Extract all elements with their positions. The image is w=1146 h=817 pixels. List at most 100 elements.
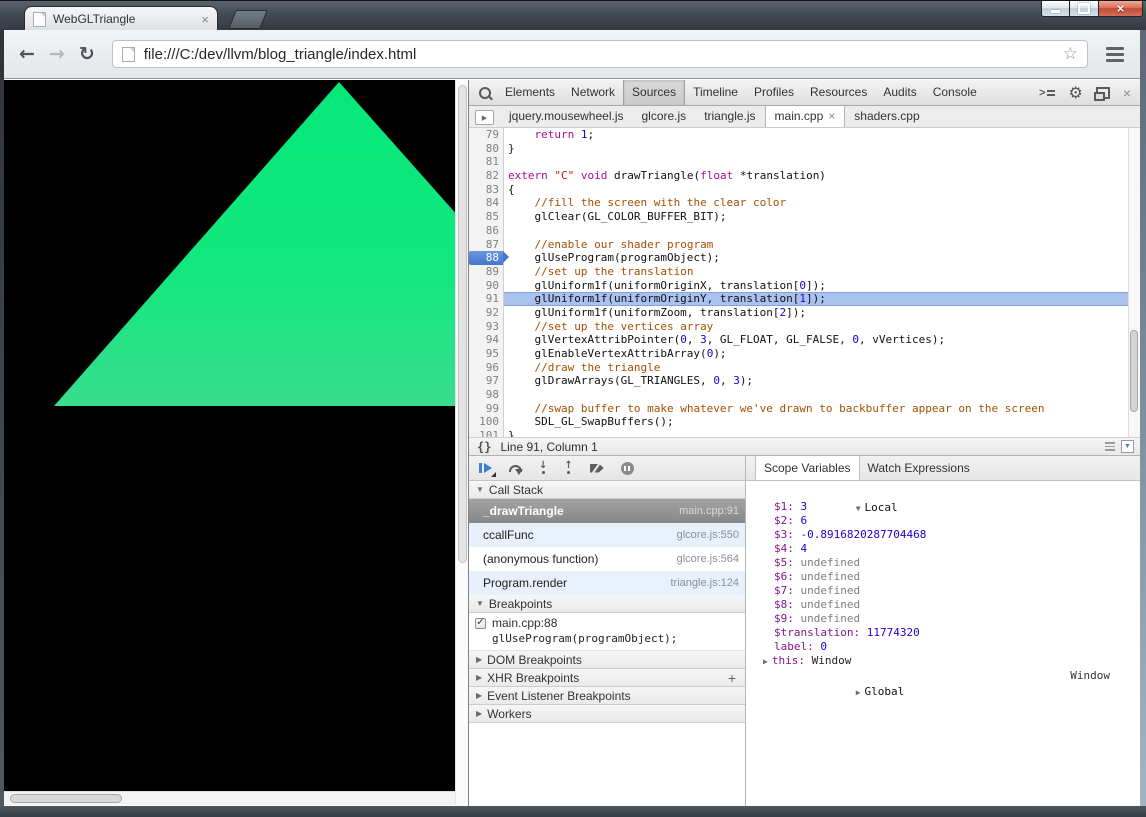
page-horizontal-scrollbar[interactable] bbox=[4, 791, 455, 805]
scope-tab-scope-variables[interactable]: Scope Variables bbox=[755, 456, 860, 480]
line-number[interactable]: 87 bbox=[469, 238, 504, 252]
line-number[interactable]: 98 bbox=[469, 388, 504, 402]
step-into-icon[interactable]: ↓ bbox=[539, 462, 547, 474]
scope-variable[interactable]: $9: undefined bbox=[746, 612, 1140, 626]
scope-variable[interactable]: $5: undefined bbox=[746, 556, 1140, 570]
call-stack-frame[interactable]: _drawTrianglemain.cpp:91 bbox=[469, 499, 745, 523]
line-number[interactable]: 99 bbox=[469, 402, 504, 416]
forward-button[interactable]: → bbox=[49, 45, 65, 64]
line-number[interactable]: 92 bbox=[469, 306, 504, 320]
scope-variable[interactable]: ▶this: Window bbox=[746, 654, 1140, 668]
section-header-workers[interactable]: ▶Workers bbox=[469, 705, 745, 723]
reload-button[interactable]: ↻ bbox=[79, 45, 95, 64]
line-number[interactable]: 83 bbox=[469, 183, 504, 197]
line-number[interactable]: 90 bbox=[469, 279, 504, 293]
line-number[interactable]: 94 bbox=[469, 333, 504, 347]
scope-variable[interactable]: $6: undefined bbox=[746, 570, 1140, 584]
scope-variable[interactable]: $translation: 11774320 bbox=[746, 626, 1140, 640]
file-tab-jquery.mousewheel.js[interactable]: jquery.mousewheel.js bbox=[500, 106, 633, 127]
scope-local-section[interactable]: ▼Local bbox=[746, 484, 1140, 500]
line-number[interactable]: 89 bbox=[469, 265, 504, 279]
console-drawer-icon[interactable]: > bbox=[1039, 87, 1055, 99]
section-header-dom-breakpoints[interactable]: ▶DOM Breakpoints bbox=[469, 651, 745, 669]
line-number[interactable]: 97 bbox=[469, 374, 504, 388]
pretty-print-icon[interactable]: {} bbox=[477, 440, 491, 454]
devtools-tab-sources[interactable]: Sources bbox=[623, 80, 685, 105]
line-number[interactable]: 91 bbox=[469, 292, 504, 306]
devtools-tab-profiles[interactable]: Profiles bbox=[746, 80, 802, 105]
code-vertical-scrollbar[interactable] bbox=[1128, 128, 1140, 437]
call-stack-frame[interactable]: (anonymous function)glcore.js:564 bbox=[469, 547, 745, 571]
page-horizontal-scrollbar-thumb[interactable] bbox=[10, 794, 122, 803]
step-out-icon[interactable]: ↑ bbox=[564, 462, 572, 474]
bookmark-star-icon[interactable]: ☆ bbox=[1063, 44, 1078, 64]
line-number[interactable]: 100 bbox=[469, 415, 504, 429]
devtools-close-icon[interactable]: × bbox=[1123, 86, 1131, 100]
pause-on-exceptions-icon[interactable] bbox=[621, 462, 634, 475]
devtools-tab-timeline[interactable]: Timeline bbox=[685, 80, 746, 105]
deactivate-breakpoints-icon[interactable] bbox=[590, 464, 604, 473]
file-tab-main.cpp[interactable]: main.cpp× bbox=[765, 106, 846, 127]
line-number[interactable]: 80 bbox=[469, 142, 504, 156]
page-vertical-scrollbar[interactable] bbox=[455, 80, 468, 805]
call-stack-frame[interactable]: Program.rendertriangle.js:124 bbox=[469, 571, 745, 595]
scope-global-section[interactable]: ▶Global Window bbox=[746, 668, 1140, 684]
code-vertical-scrollbar-thumb[interactable] bbox=[1130, 330, 1138, 412]
line-number[interactable]: 86 bbox=[469, 224, 504, 238]
close-window-button[interactable]: × bbox=[1098, 1, 1143, 17]
breakpoints-header[interactable]: ▼ Breakpoints bbox=[469, 595, 745, 613]
scope-variable[interactable]: $8: undefined bbox=[746, 598, 1140, 612]
call-stack-frame[interactable]: ccallFuncglcore.js:550 bbox=[469, 523, 745, 547]
tab-close-icon[interactable]: × bbox=[201, 13, 209, 26]
line-number[interactable]: 85 bbox=[469, 210, 504, 224]
browser-tab[interactable]: WebGLTriangle × bbox=[24, 6, 218, 31]
line-number[interactable]: 82 bbox=[469, 169, 504, 183]
chrome-menu-button[interactable] bbox=[1106, 47, 1124, 62]
minimize-button[interactable] bbox=[1041, 1, 1070, 17]
file-tab-shaders.cpp[interactable]: shaders.cpp bbox=[845, 106, 928, 127]
add-xhr-breakpoint-button[interactable]: + bbox=[728, 671, 736, 685]
address-bar[interactable]: file:///C:/dev/llvm/blog_triangle/index.… bbox=[112, 40, 1088, 68]
line-number[interactable]: 84 bbox=[469, 196, 504, 210]
back-button[interactable]: ← bbox=[19, 45, 35, 64]
call-stack-header[interactable]: ▼ Call Stack bbox=[469, 481, 745, 499]
line-number[interactable]: 95 bbox=[469, 347, 504, 361]
file-tab-triangle.js[interactable]: triangle.js bbox=[695, 106, 764, 127]
devtools-tab-audits[interactable]: Audits bbox=[875, 80, 924, 105]
line-number[interactable]: 81 bbox=[469, 155, 504, 169]
devtools-tab-resources[interactable]: Resources bbox=[802, 80, 875, 105]
scope-variable[interactable]: $7: undefined bbox=[746, 584, 1140, 598]
line-number[interactable]: 101 bbox=[469, 429, 504, 437]
pause-state-icon[interactable]: ▼ bbox=[1121, 440, 1134, 453]
scope-tab-watch-expressions[interactable]: Watch Expressions bbox=[860, 456, 978, 480]
line-number[interactable]: 93 bbox=[469, 320, 504, 334]
step-over-icon[interactable] bbox=[509, 465, 522, 472]
line-number[interactable]: 88 bbox=[469, 251, 504, 265]
section-header-xhr-breakpoints[interactable]: ▶XHR Breakpoints+ bbox=[469, 669, 745, 687]
show-navigator-icon[interactable]: ▶ bbox=[475, 110, 494, 125]
page-vertical-scrollbar-thumb[interactable] bbox=[458, 85, 467, 563]
scope-variable[interactable]: label: 0 bbox=[746, 640, 1140, 654]
scope-variable[interactable]: $4: 4 bbox=[746, 542, 1140, 556]
scope-variable[interactable]: $1: 3 bbox=[746, 500, 1140, 514]
url-text[interactable]: file:///C:/dev/llvm/blog_triangle/index.… bbox=[144, 46, 1057, 63]
devtools-tab-console[interactable]: Console bbox=[925, 80, 985, 105]
webgl-canvas[interactable] bbox=[4, 80, 455, 791]
resume-script-icon[interactable] bbox=[479, 463, 492, 473]
dock-icon[interactable] bbox=[1096, 87, 1110, 99]
breakpoint-entry[interactable]: ✓main.cpp:88glUseProgram(programObject); bbox=[469, 613, 745, 651]
file-tab-close-icon[interactable]: × bbox=[828, 109, 835, 123]
source-frames-icon[interactable] bbox=[1105, 442, 1115, 451]
section-header-event-listener-breakpoints[interactable]: ▶Event Listener Breakpoints bbox=[469, 687, 745, 705]
scope-variable[interactable]: $3: -0.8916820287704468 bbox=[746, 528, 1140, 542]
gear-icon[interactable]: ⚙ bbox=[1068, 85, 1082, 101]
devtools-tab-elements[interactable]: Elements bbox=[497, 80, 563, 105]
breakpoint-checkbox[interactable]: ✓ bbox=[475, 618, 486, 629]
line-number[interactable]: 96 bbox=[469, 361, 504, 375]
devtools-tab-network[interactable]: Network bbox=[563, 80, 623, 105]
search-icon[interactable] bbox=[479, 87, 491, 99]
scope-variable[interactable]: $2: 6 bbox=[746, 514, 1140, 528]
file-tab-glcore.js[interactable]: glcore.js bbox=[633, 106, 696, 127]
maximize-button[interactable] bbox=[1070, 1, 1098, 17]
line-number[interactable]: 79 bbox=[469, 128, 504, 142]
